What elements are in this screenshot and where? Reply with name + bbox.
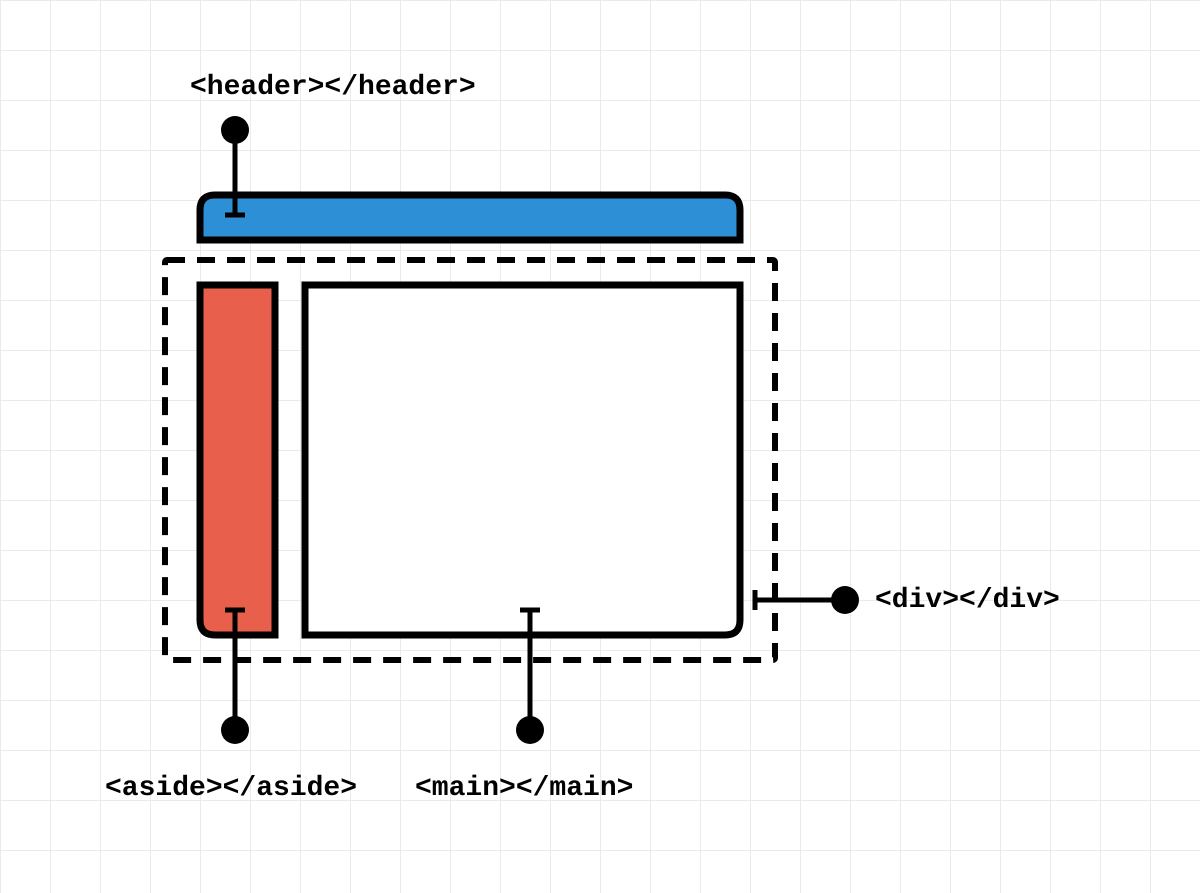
aside-box	[200, 285, 275, 635]
diagram-canvas	[0, 0, 1200, 893]
main-label: <main></main>	[415, 773, 633, 804]
main-leader-dot	[516, 716, 544, 744]
aside-leader-dot	[221, 716, 249, 744]
header-box	[200, 195, 740, 240]
header-label: <header></header>	[190, 72, 476, 103]
div-leader-dot	[831, 586, 859, 614]
header-leader-dot	[221, 116, 249, 144]
aside-label: <aside></aside>	[105, 773, 357, 804]
main-box	[305, 285, 740, 635]
div-label: <div></div>	[875, 585, 1060, 616]
